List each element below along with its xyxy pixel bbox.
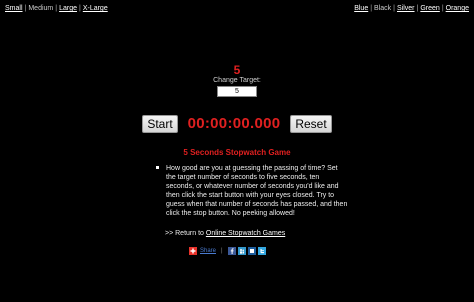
digg-icon[interactable] (247, 246, 256, 255)
return-line: >> Return to Online Stopwatch Games (165, 230, 285, 237)
change-target-label: Change Target: (213, 77, 261, 84)
target-seconds-input[interactable] (217, 86, 257, 97)
size-option-medium: Medium (28, 5, 54, 12)
share-bar: Share | (189, 246, 266, 255)
description-text: How good are you at guessing the passing… (166, 165, 348, 217)
share-separator: | (221, 247, 223, 254)
size-options: Small | Medium | Large | X-Large (5, 5, 108, 12)
reset-button[interactable]: Reset (290, 115, 332, 133)
top-options-bar: Small | Medium | Large | X-Large Blue | Black | Si… (5, 4, 469, 13)
stopwatch-display: 00:00:00.000 (187, 115, 281, 132)
size-option-xlarge[interactable]: X-Large (83, 5, 108, 12)
color-option-orange[interactable]: Orange (446, 5, 469, 12)
return-prefix: >> Return to (165, 230, 204, 237)
size-option-small[interactable]: Small (5, 5, 23, 12)
game-title: 5 Seconds Stopwatch Game (183, 148, 291, 157)
color-option-blue[interactable]: Blue (354, 5, 368, 12)
color-options: Blue | Black | Silver | Green | Orange (354, 5, 469, 12)
target-seconds-display: 5 (233, 63, 241, 77)
twitter-icon[interactable] (257, 246, 266, 255)
return-link[interactable]: Online Stopwatch Games (206, 230, 285, 237)
size-option-large[interactable]: Large (59, 5, 77, 12)
start-button[interactable]: Start (142, 115, 178, 133)
myspace-icon[interactable] (237, 246, 246, 255)
color-option-silver[interactable]: Silver (397, 5, 415, 12)
facebook-icon[interactable] (227, 246, 236, 255)
share-plus-icon[interactable] (189, 246, 197, 255)
game-description: How good are you at guessing the passing… (156, 164, 348, 218)
share-link[interactable]: Share (200, 248, 216, 254)
color-option-green[interactable]: Green (420, 5, 439, 12)
bullet-icon (156, 166, 159, 169)
color-option-black: Black (374, 5, 392, 12)
